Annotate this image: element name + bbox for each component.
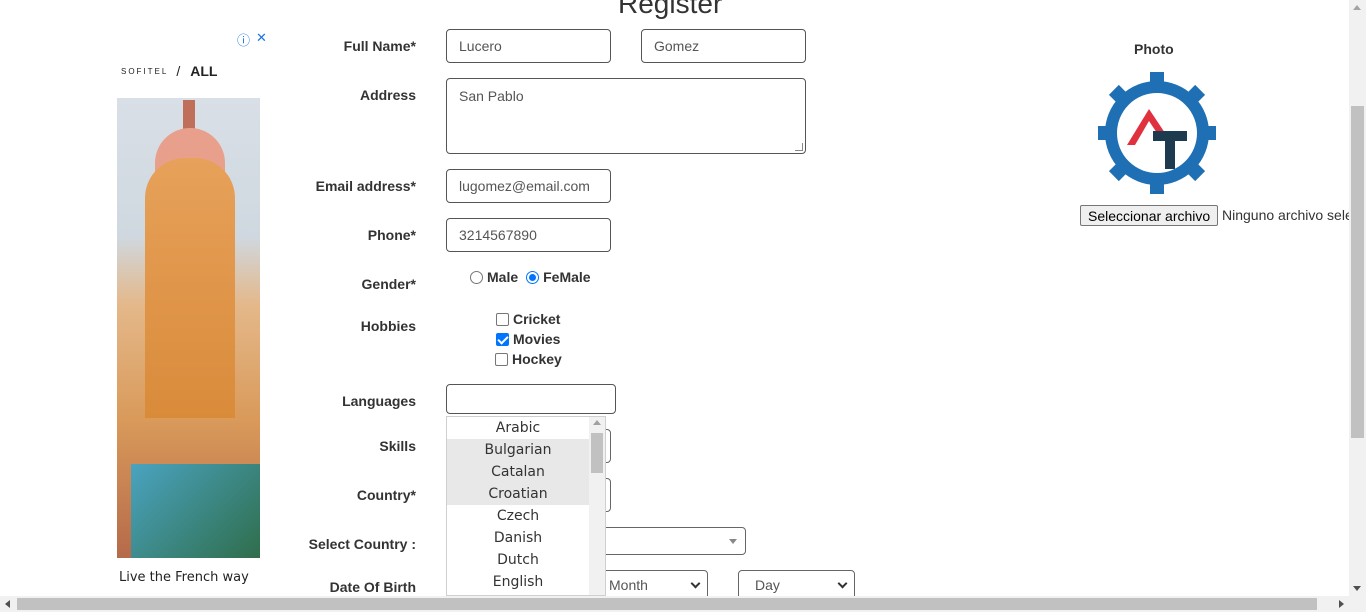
gender-female-label[interactable]: FeMale — [543, 269, 590, 285]
scroll-right-icon[interactable] — [1339, 600, 1344, 608]
language-option[interactable]: Dutch — [447, 549, 589, 571]
scroll-left-icon[interactable] — [5, 600, 10, 608]
dob-label: Date Of Birth — [329, 579, 416, 595]
scroll-up-icon[interactable] — [1353, 5, 1361, 10]
language-option[interactable]: English — [447, 571, 589, 593]
address-textarea[interactable]: San Pablo — [446, 78, 806, 154]
gender-male-label[interactable]: Male — [487, 269, 518, 285]
ad-logo: SOFITEL / ALL — [121, 61, 255, 81]
language-option[interactable]: Arabic — [447, 417, 589, 439]
hobby-cricket-label[interactable]: Cricket — [513, 311, 560, 327]
select-country-label: Select Country : — [308, 536, 416, 552]
hobby-cricket[interactable]: Cricket — [496, 311, 560, 327]
language-option[interactable]: Croatian — [447, 483, 589, 505]
hobby-hockey[interactable]: Hockey — [495, 351, 562, 367]
gender-female-radio[interactable] — [526, 270, 540, 284]
resize-handle[interactable] — [795, 143, 803, 151]
horizontal-scroll-thumb[interactable] — [17, 598, 1317, 610]
chevron-down-icon — [690, 578, 701, 588]
skills-label: Skills — [379, 438, 416, 454]
languages-scroll-thumb[interactable] — [591, 433, 603, 473]
hobby-movies[interactable]: Movies — [496, 331, 560, 347]
email-label: Email address* — [315, 178, 416, 194]
divider: / — [176, 63, 183, 79]
register-page: Register ⓘ ✕ SOFITEL / ALL Live the Fren… — [0, 0, 1366, 612]
ad-partner: ALL — [190, 63, 218, 79]
hobby-cricket-checkbox[interactable] — [496, 312, 509, 326]
file-status-text: Ninguno archivo seleccionado — [1222, 207, 1350, 223]
dob-day-value: Day — [755, 577, 780, 593]
full-name-label: Full Name* — [343, 38, 416, 54]
chevron-down-icon — [837, 578, 848, 588]
dropdown-arrow-icon — [729, 538, 737, 544]
hobby-movies-checkbox[interactable] — [496, 332, 509, 346]
language-option[interactable]: Danish — [447, 527, 589, 549]
hobbies-label: Hobbies — [360, 318, 416, 334]
language-option[interactable]: Czech — [447, 505, 589, 527]
dob-month-value: Month — [609, 577, 648, 593]
language-option[interactable]: Bulgarian — [447, 439, 589, 461]
languages-dropdown-list[interactable]: Arabic Bulgarian Catalan Croatian Czech … — [446, 416, 606, 596]
gender-radio-group: Male FeMale — [470, 269, 591, 285]
phone-input[interactable]: 3214567890 — [446, 218, 611, 252]
first-name-input[interactable]: Lucero — [446, 29, 611, 63]
language-option[interactable]: Catalan — [447, 461, 589, 483]
scroll-up-icon[interactable] — [593, 420, 601, 425]
address-label: Address — [359, 87, 416, 103]
country-label: Country* — [356, 487, 416, 503]
horizontal-scrollbar[interactable] — [0, 596, 1366, 612]
vertical-scroll-thumb[interactable] — [1351, 106, 1364, 438]
hobby-hockey-checkbox[interactable] — [495, 352, 508, 366]
languages-scrollbar[interactable] — [589, 417, 605, 595]
gender-label: Gender* — [361, 276, 416, 292]
advertisement[interactable]: ⓘ ✕ SOFITEL / ALL Live the French way — [117, 28, 267, 598]
page-title: Register — [618, 0, 723, 19]
address-value: San Pablo — [459, 88, 524, 104]
languages-label: Languages — [342, 393, 416, 409]
company-logo — [1098, 72, 1216, 194]
hobby-hockey-label[interactable]: Hockey — [512, 351, 562, 367]
gender-male-radio[interactable] — [470, 270, 483, 284]
languages-input[interactable] — [446, 384, 616, 414]
scroll-down-icon[interactable] — [1353, 586, 1361, 591]
email-input[interactable]: lugomez@email.com — [446, 169, 611, 203]
ad-brand: SOFITEL — [121, 66, 169, 76]
last-name-input[interactable]: Gomez — [641, 29, 806, 63]
choose-file-button[interactable]: Seleccionar archivo — [1080, 205, 1219, 226]
phone-label: Phone* — [367, 227, 416, 243]
photo-label: Photo — [1134, 41, 1174, 57]
hobby-movies-label[interactable]: Movies — [513, 331, 560, 347]
vertical-scrollbar[interactable] — [1349, 0, 1366, 596]
